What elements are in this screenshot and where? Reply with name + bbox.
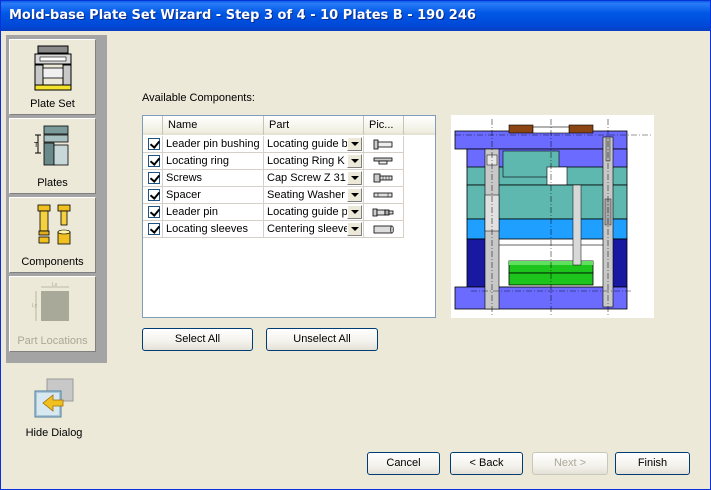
- component-part-select[interactable]: Locating Ring K ...: [264, 153, 364, 170]
- hide-dialog-button[interactable]: Hide Dialog: [19, 373, 89, 443]
- checkbox-column-header: [143, 116, 163, 135]
- component-name: Locating sleeves: [163, 221, 264, 238]
- component-name: Leader pin: [163, 204, 264, 221]
- chevron-down-icon[interactable]: [347, 154, 362, 168]
- component-checkbox[interactable]: [148, 155, 160, 167]
- unselect-all-button[interactable]: Unselect All: [266, 328, 378, 351]
- table-row[interactable]: Spacer Seating Washer ...: [143, 187, 435, 204]
- available-components-label: Available Components:: [142, 92, 255, 104]
- sidebar-item-plates[interactable]: T Plates: [9, 118, 96, 194]
- component-checkbox[interactable]: [148, 189, 160, 201]
- component-part-select[interactable]: Seating Washer ...: [264, 187, 364, 204]
- svg-text:Ly: Ly: [32, 303, 38, 309]
- table-row[interactable]: Locating sleeves Centering sleeve: [143, 221, 435, 238]
- component-name: Screws: [163, 170, 264, 187]
- component-part-value: Locating guide pi: [267, 206, 351, 218]
- sidebar-item-plate-set[interactable]: Plate Set: [9, 39, 96, 115]
- sidebar-item-label: Plate Set: [30, 98, 75, 110]
- component-part-value: Cap Screw Z 31: [267, 172, 346, 184]
- select-all-button[interactable]: Select All: [142, 328, 253, 351]
- chevron-down-icon[interactable]: [347, 205, 362, 219]
- finish-button[interactable]: Finish: [615, 452, 690, 475]
- component-name: Leader pin bushing: [163, 136, 264, 153]
- components-list[interactable]: Name Part Pic... Leader pin bushing Loca…: [142, 115, 436, 318]
- component-name: Spacer: [163, 187, 264, 204]
- table-row[interactable]: Screws Cap Screw Z 31: [143, 170, 435, 187]
- bushing-icon: [373, 139, 393, 150]
- sidebar-item-components[interactable]: Components: [9, 197, 96, 273]
- component-part-value: Seating Washer ...: [267, 189, 358, 201]
- component-name: Locating ring: [163, 153, 264, 170]
- components-icon: [37, 204, 71, 245]
- hide-dialog-label: Hide Dialog: [25, 427, 83, 439]
- component-checkbox[interactable]: [148, 172, 160, 184]
- sidebar-item-label: Components: [21, 256, 84, 268]
- next-button: Next >: [532, 452, 608, 475]
- plate-set-icon: [34, 45, 72, 91]
- column-header-name[interactable]: Name: [163, 116, 264, 135]
- component-part-select[interactable]: Locating guide b...: [264, 136, 364, 153]
- column-header-part[interactable]: Part: [264, 116, 364, 135]
- component-checkbox[interactable]: [148, 223, 160, 235]
- table-row[interactable]: Leader pin bushing Locating guide b...: [143, 136, 435, 153]
- part-locations-icon: Lx Ly: [32, 282, 69, 321]
- chevron-down-icon[interactable]: [347, 188, 362, 202]
- back-button[interactable]: < Back: [450, 452, 523, 475]
- svg-text:Lx: Lx: [52, 282, 58, 288]
- ring-icon: [373, 157, 393, 165]
- wizard-window: Mold-base Plate Set Wizard - Step 3 of 4…: [0, 0, 711, 490]
- cancel-button[interactable]: Cancel: [367, 452, 440, 475]
- chevron-down-icon[interactable]: [347, 137, 362, 151]
- component-part-value: Locating guide b...: [267, 138, 357, 150]
- component-part-select[interactable]: Locating guide pi: [264, 204, 364, 221]
- list-header: Name Part Pic...: [143, 116, 435, 135]
- chevron-down-icon[interactable]: [347, 222, 362, 236]
- column-header-picture[interactable]: Pic...: [364, 116, 404, 135]
- svg-text:T: T: [34, 142, 39, 149]
- component-checkbox[interactable]: [148, 206, 160, 218]
- component-part-value: Centering sleeve: [267, 223, 350, 235]
- washer-icon: [373, 192, 393, 198]
- component-part-value: Locating Ring K ...: [267, 155, 357, 167]
- table-row[interactable]: Leader pin Locating guide pi: [143, 204, 435, 221]
- hide-dialog-icon: [34, 378, 74, 418]
- mold-base-preview: [451, 115, 654, 318]
- component-part-select[interactable]: Cap Screw Z 31: [264, 170, 364, 187]
- sidebar-item-label: Part Locations: [17, 335, 88, 347]
- chevron-down-icon[interactable]: [347, 171, 362, 185]
- component-checkbox[interactable]: [148, 138, 160, 150]
- pin-icon: [372, 208, 394, 217]
- sleeve-icon: [373, 225, 394, 234]
- table-row[interactable]: Locating ring Locating Ring K ...: [143, 153, 435, 170]
- step-sidebar: Plate Set T Plates Components Lx Ly Part…: [6, 35, 107, 363]
- component-part-select[interactable]: Centering sleeve: [264, 221, 364, 238]
- window-title: Mold-base Plate Set Wizard - Step 3 of 4…: [1, 1, 710, 31]
- screw-icon: [373, 173, 393, 183]
- plates-icon: T: [34, 125, 69, 166]
- column-header-filler: [404, 116, 435, 135]
- sidebar-item-label: Plates: [37, 177, 68, 189]
- sidebar-item-part-locations: Lx Ly Part Locations: [9, 276, 96, 352]
